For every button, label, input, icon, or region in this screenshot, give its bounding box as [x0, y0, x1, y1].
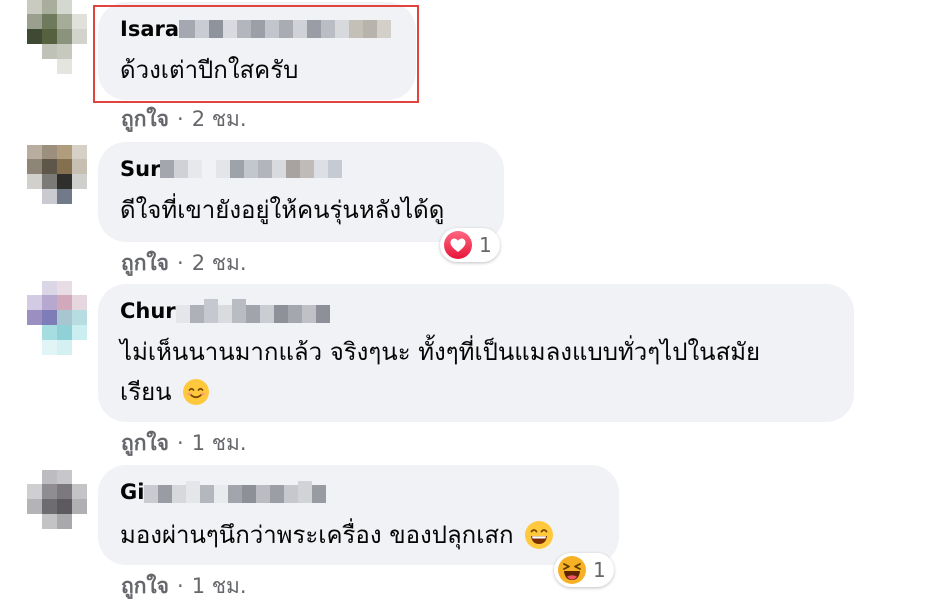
avatar[interactable]: [13, 281, 87, 355]
comment-text-line: เรียน: [120, 378, 172, 406]
timestamp[interactable]: 1 ชม.: [192, 430, 247, 456]
reaction-count-value: 1: [479, 233, 492, 257]
comment-actions: ถูกใจ · 2 ชม.: [121, 106, 247, 132]
timestamp[interactable]: 2 ชม.: [192, 250, 247, 276]
comment-text-row: มองผ่านๆนึกว่าพระเครื่อง ของปลุกเสก: [120, 517, 554, 553]
comment-actions: ถูกใจ · 2 ชม.: [121, 250, 247, 276]
separator: ·: [177, 574, 184, 598]
commenter-name[interactable]: Chur: [120, 298, 176, 324]
comment-bubble: Chur ไม่เห็นนานมากแล้ว จริงๆนะ ทั้งๆที่เ…: [98, 284, 854, 422]
reaction-count-value: 1: [593, 558, 606, 582]
like-button[interactable]: ถูกใจ: [121, 250, 169, 276]
comment-text: ดีใจที่เขายังอยู่ให้คนรุ่นหลังได้ดู: [120, 196, 445, 224]
like-button[interactable]: ถูกใจ: [121, 573, 169, 599]
comment-actions: ถูกใจ · 1 ชม.: [121, 430, 247, 456]
redacted-name: [175, 299, 330, 323]
avatar[interactable]: [13, 143, 87, 217]
comment-bubble: Sur ดีใจที่เขายังอยู่ให้คนรุ่นหลังได้ดู: [98, 142, 504, 242]
commenter-name[interactable]: Gi: [120, 479, 144, 505]
like-button[interactable]: ถูกใจ: [121, 430, 169, 456]
comment-thread: Isara ด้วงเต่าปีกใสครับ ถูกใจ · 2 ชม. Su…: [0, 0, 930, 606]
comment-text: มองผ่านๆนึกว่าพระเครื่อง ของปลุกเสก: [120, 521, 514, 549]
redacted-name: [160, 160, 343, 178]
reaction-count[interactable]: 1: [554, 553, 614, 587]
redacted-name: [144, 481, 327, 503]
comment-bubble: Gi มองผ่านๆนึกว่าพระเครื่อง ของปลุกเสก: [98, 465, 619, 565]
haha-reaction-icon: [558, 556, 586, 584]
grinning-face-icon: [524, 521, 553, 549]
highlight-box: [93, 5, 419, 103]
commenter-name[interactable]: Sur: [120, 156, 160, 182]
separator: ·: [177, 251, 184, 275]
separator: ·: [177, 431, 184, 455]
separator: ·: [177, 107, 184, 131]
smiling-face-icon: [182, 379, 209, 405]
comment-text-line-2: เรียน: [120, 374, 210, 410]
love-reaction-icon: [444, 231, 472, 259]
like-button[interactable]: ถูกใจ: [121, 106, 169, 132]
avatar[interactable]: [13, 0, 87, 74]
comment-actions: ถูกใจ · 1 ชม.: [121, 573, 247, 599]
avatar[interactable]: [13, 468, 87, 542]
reaction-count[interactable]: 1: [440, 228, 500, 262]
timestamp[interactable]: 1 ชม.: [192, 573, 247, 599]
timestamp[interactable]: 2 ชม.: [192, 106, 247, 132]
comment-text-line: ไม่เห็นนานมากแล้ว จริงๆนะ ทั้งๆที่เป็นแม…: [120, 338, 761, 366]
